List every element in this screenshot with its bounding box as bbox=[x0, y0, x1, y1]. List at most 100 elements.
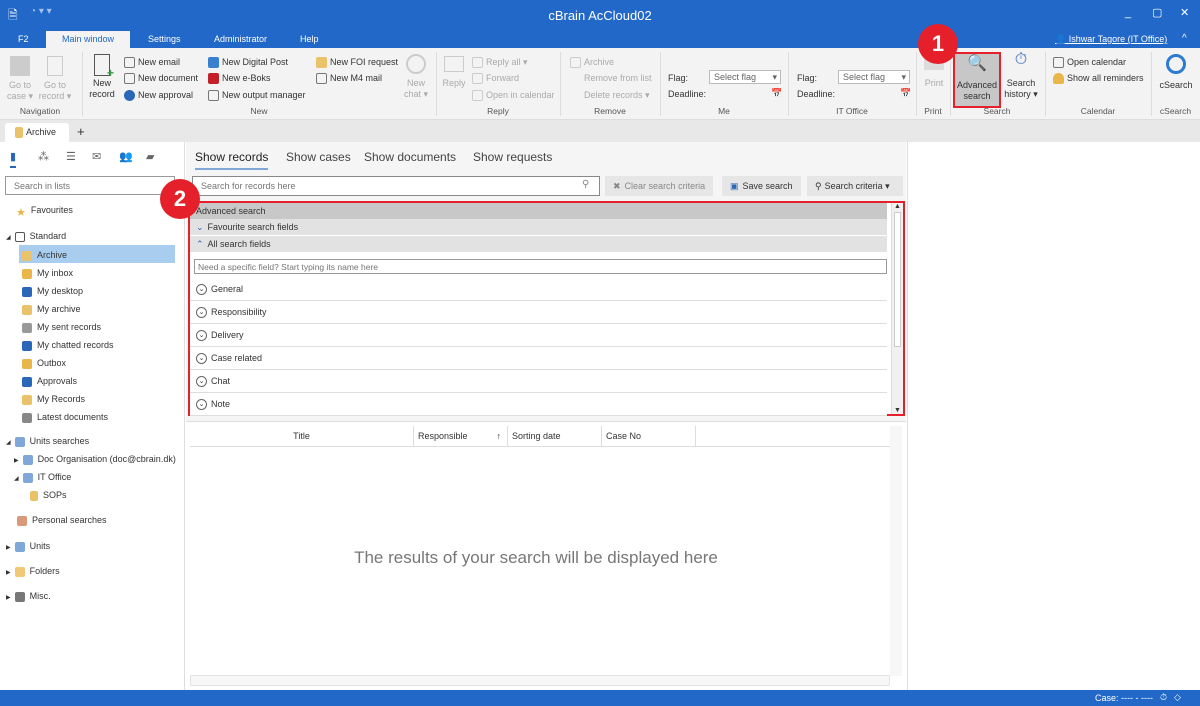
user-link[interactable]: 👤 Ishwar Tagore (IT Office) bbox=[1055, 34, 1167, 45]
documents-list-icon[interactable]: ☰ bbox=[66, 150, 76, 163]
tree-folders[interactable]: ▶ Folders bbox=[6, 566, 60, 577]
favourites[interactable]: ★ Favourites bbox=[16, 205, 73, 219]
tree-it-office[interactable]: ◢ IT Office bbox=[14, 472, 71, 483]
column-case-no[interactable]: Case No bbox=[602, 426, 696, 446]
me-flag-select[interactable]: Select flag ▾ bbox=[709, 70, 781, 84]
it-deadline-calendar-icon[interactable]: 📅 bbox=[900, 88, 911, 99]
list-icon bbox=[22, 412, 32, 423]
menu-main-window[interactable]: Main window bbox=[46, 31, 130, 48]
go-to-case-button[interactable]: Go to case ▾ bbox=[6, 56, 34, 102]
tree-item-approvals[interactable]: Approvals bbox=[22, 376, 77, 387]
category-responsibility[interactable]: ⌄ Responsibility bbox=[190, 301, 887, 324]
collapse-ribbon-icon[interactable]: ^ bbox=[1182, 33, 1187, 44]
show-reminders-button[interactable]: Show all reminders bbox=[1053, 73, 1144, 85]
tab-show-requests[interactable]: Show requests bbox=[473, 150, 552, 164]
new-eboks-button[interactable]: New e-Boks bbox=[208, 73, 271, 85]
minimize-button[interactable]: _ bbox=[1125, 7, 1131, 19]
menu-administrator[interactable]: Administrator bbox=[204, 31, 277, 48]
category-note[interactable]: ⌄ Note bbox=[190, 393, 887, 416]
tree-item-my-desktop[interactable]: My desktop bbox=[22, 286, 83, 297]
new-email-button[interactable]: New email bbox=[124, 57, 180, 69]
close-button[interactable]: ✕ bbox=[1180, 6, 1189, 19]
window-title: cBrain AcCloud02 bbox=[548, 8, 652, 23]
advanced-search-button[interactable]: 🔍 Advanced search bbox=[953, 52, 1001, 108]
menu-f2[interactable]: F2 bbox=[8, 31, 39, 48]
tree-units-searches[interactable]: ◢ Units searches bbox=[6, 436, 89, 447]
tree-item-my-chatted-records[interactable]: My chatted records bbox=[22, 340, 114, 351]
column-title[interactable]: Title bbox=[190, 426, 414, 446]
tab-show-records[interactable]: Show records bbox=[195, 150, 269, 170]
archive-button[interactable]: Archive bbox=[570, 57, 614, 69]
timer-icon[interactable]: ⏱ bbox=[1160, 692, 1167, 703]
column-responsible[interactable]: Responsible ↑ bbox=[414, 426, 508, 446]
tree-item-my-sent-records[interactable]: My sent records bbox=[22, 322, 101, 333]
new-foi-request-button[interactable]: New FOI request bbox=[316, 57, 398, 69]
go-to-record-button[interactable]: Go to record ▾ bbox=[38, 56, 72, 102]
it-flag-select[interactable]: Select flag ▾ bbox=[838, 70, 910, 84]
tree-item-my-inbox[interactable]: My inbox bbox=[22, 268, 73, 279]
new-digital-post-button[interactable]: New Digital Post bbox=[208, 57, 288, 69]
clear-search-button[interactable]: ✖ Clear search criteria bbox=[605, 176, 714, 196]
search-history-button[interactable]: ⏱ Search history ▾ bbox=[1003, 52, 1039, 100]
open-in-calendar-button[interactable]: Open in calendar bbox=[472, 90, 555, 102]
favourite-fields-toggle[interactable]: ⌄ Favourite search fields bbox=[190, 219, 887, 235]
tree-doc-organisation[interactable]: ▶ Doc Organisation (doc@cbrain.dk) bbox=[14, 454, 184, 465]
open-calendar-button[interactable]: Open calendar bbox=[1053, 57, 1126, 69]
category-chat[interactable]: ⌄ Chat bbox=[190, 370, 887, 393]
save-search-button[interactable]: ▣ Save search bbox=[722, 176, 801, 196]
delete-records-button[interactable]: Delete records ▾ bbox=[570, 90, 650, 101]
all-fields-toggle[interactable]: ⌃ All search fields bbox=[190, 236, 887, 252]
new-chat-button[interactable]: New chat ▾ bbox=[402, 54, 430, 100]
me-deadline-calendar-icon[interactable]: 📅 bbox=[771, 88, 782, 99]
reply-all-button[interactable]: Reply all ▾ bbox=[472, 57, 528, 69]
tree-units[interactable]: ▶ Units bbox=[6, 541, 50, 552]
tab-show-documents[interactable]: Show documents bbox=[364, 150, 456, 164]
tab-show-cases[interactable]: Show cases bbox=[286, 150, 351, 164]
category-case-related[interactable]: ⌄ Case related bbox=[190, 347, 887, 370]
maximize-button[interactable]: ▢ bbox=[1152, 6, 1162, 19]
expand-icon: ⌄ bbox=[196, 376, 207, 388]
record-search-input[interactable] bbox=[192, 176, 600, 196]
menu-settings[interactable]: Settings bbox=[138, 31, 191, 48]
category-general[interactable]: ⌄ General bbox=[190, 278, 887, 301]
new-approval-button[interactable]: New approval bbox=[124, 90, 193, 102]
reply-button[interactable]: Reply bbox=[440, 56, 468, 89]
search-criteria-button[interactable]: ⚲ Search criteria ▾ bbox=[807, 176, 903, 196]
grid-vertical-scrollbar[interactable] bbox=[890, 426, 902, 676]
tree-item-my-archive[interactable]: My archive bbox=[22, 304, 81, 315]
tree-item-archive[interactable]: Archive bbox=[22, 250, 67, 261]
new-record-button[interactable]: + New record bbox=[86, 54, 118, 100]
advanced-search-header[interactable]: Advanced search bbox=[190, 203, 887, 219]
column-sorting-date[interactable]: Sorting date bbox=[508, 426, 602, 446]
folders-list-icon[interactable]: ▰ bbox=[146, 150, 154, 163]
tag-icon[interactable]: ◇ bbox=[1174, 692, 1181, 703]
tree-item-outbox[interactable]: Outbox bbox=[22, 358, 66, 369]
tree-item-latest-documents[interactable]: Latest documents bbox=[22, 412, 108, 423]
category-delivery[interactable]: ⌄ Delivery bbox=[190, 324, 887, 347]
remove-from-list-button[interactable]: Remove from list bbox=[570, 73, 652, 84]
tree-standard[interactable]: ◢ Standard bbox=[6, 231, 66, 242]
add-tab-button[interactable]: + bbox=[77, 124, 85, 139]
field-search-input[interactable] bbox=[194, 259, 887, 274]
menu-help[interactable]: Help bbox=[290, 31, 329, 48]
forward-button[interactable]: Forward bbox=[472, 73, 519, 85]
tab-archive[interactable]: Archive bbox=[5, 123, 69, 142]
tree-sops[interactable]: SOPs bbox=[30, 490, 67, 501]
cases-list-icon[interactable]: ⁂ bbox=[38, 150, 49, 163]
search-icon[interactable]: ⚲ bbox=[582, 179, 589, 190]
tree-personal-searches[interactable]: Personal searches bbox=[17, 515, 107, 526]
requests-list-icon[interactable]: ✉ bbox=[92, 150, 101, 163]
records-list-icon[interactable]: ▮ bbox=[10, 150, 17, 168]
new-output-manager-button[interactable]: New output manager bbox=[208, 90, 306, 102]
search-lists-input[interactable] bbox=[5, 176, 175, 195]
grid-horizontal-scrollbar[interactable] bbox=[190, 675, 890, 686]
tree-item-my-records[interactable]: My Records bbox=[22, 394, 85, 405]
csearch-button[interactable]: cSearch bbox=[1155, 54, 1197, 91]
new-m4-mail-button[interactable]: New M4 mail bbox=[316, 73, 382, 85]
contacts-list-icon[interactable]: 👥 bbox=[119, 150, 133, 163]
tree-misc[interactable]: ▶ Misc. bbox=[6, 591, 51, 602]
group-new: New bbox=[250, 106, 268, 116]
scrollbar[interactable]: ▲ ▼ bbox=[891, 203, 903, 414]
new-document-button[interactable]: New document bbox=[124, 73, 198, 85]
chevron-up-icon: ⌃ bbox=[196, 239, 204, 249]
